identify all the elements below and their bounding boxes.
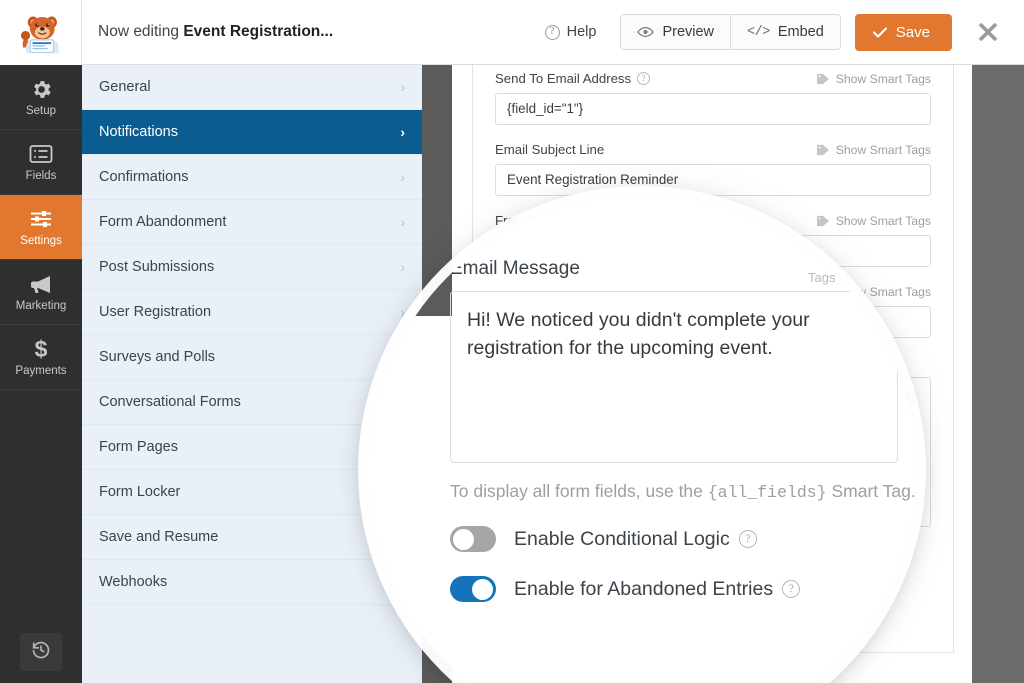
settings-item-label: General [99, 79, 151, 95]
settings-item-label: User Registration [99, 304, 212, 320]
lens-enable-abandoned-entries-toggle[interactable] [450, 576, 496, 602]
settings-item-label: Confirmations [99, 169, 189, 185]
preview-button[interactable]: Preview [621, 15, 731, 49]
magnifier-lens-inner: Tags Email Message Hi! We noticed you di… [368, 196, 916, 683]
chevron-right-icon: › [400, 124, 405, 140]
help-icon[interactable]: ? [782, 580, 801, 598]
preview-embed-group: Preview </> Embed [620, 14, 841, 50]
help-button[interactable]: ? Help [535, 18, 607, 46]
gear-icon [30, 77, 53, 101]
lens-background-bleed-bottom [368, 654, 438, 683]
rail-item-label: Settings [20, 235, 62, 247]
lens-email-message-hint: To display all form fields, use the {all… [450, 481, 916, 502]
subject-field-row: Email Subject Line Show Smart Tags [495, 142, 931, 157]
lens-enable-conditional-logic-toggle[interactable] [450, 526, 496, 552]
settings-item-label: Form Pages [99, 439, 178, 455]
magnified-email-message-section: Email Message Hi! We noticed you didn't … [450, 258, 916, 602]
save-button[interactable]: Save [854, 13, 952, 51]
topbar-actions: ? Help Preview </> Embed Save [535, 0, 1024, 65]
send-to-input[interactable]: {field_id="1"} [495, 93, 931, 125]
settings-item-notifications[interactable]: Notifications › [82, 110, 422, 155]
show-smart-tags-subject[interactable]: Show Smart Tags [816, 143, 931, 157]
sliders-icon [29, 207, 53, 231]
settings-item-general[interactable]: General › [82, 65, 422, 110]
page-title: Now editing Event Registration... [98, 23, 334, 40]
builder-topbar: Now editing Event Registration... ? Help… [0, 0, 1024, 65]
rail-item-settings[interactable]: Settings [0, 195, 82, 260]
settings-item-label: Webhooks [99, 574, 168, 590]
settings-item-label: Conversational Forms [99, 394, 241, 410]
form-builder-screen: Setup Fields Settings Marketing $ Paymen… [0, 0, 1024, 683]
send-to-label: Send To Email Address ? [495, 71, 651, 86]
wpforms-logo[interactable] [0, 0, 82, 65]
form-name: Event Registration... [183, 23, 334, 40]
code-brackets-icon: </> [747, 24, 770, 40]
tag-icon [816, 73, 830, 85]
svg-text:$: $ [35, 337, 48, 361]
bear-mascot-icon [20, 16, 59, 54]
rail-item-label: Setup [25, 105, 57, 117]
lens-abandoned-entries-label: Enable for Abandoned Entries ? [514, 578, 801, 601]
chevron-right-icon: › [400, 79, 405, 95]
embed-button[interactable]: </> Embed [730, 15, 840, 49]
subject-input[interactable]: Event Registration Reminder [495, 164, 931, 196]
lens-abandoned-entries-toggle-row: Enable for Abandoned Entries ? [450, 576, 916, 602]
subject-label: Email Subject Line [495, 142, 605, 157]
send-to-field-row: Send To Email Address ? Show Smart Tags [495, 71, 931, 86]
help-icon[interactable]: ? [637, 72, 651, 85]
rail-item-payments[interactable]: $ Payments [0, 325, 82, 390]
rail-item-label: Fields [25, 170, 57, 182]
settings-item-confirmations[interactable]: Confirmations › [82, 155, 422, 200]
megaphone-icon [29, 272, 54, 296]
magnifier-lens: Tags Email Message Hi! We noticed you di… [368, 196, 916, 683]
lens-background-bleed-left [368, 196, 452, 316]
lens-conditional-logic-label: Enable Conditional Logic ? [514, 528, 757, 551]
tag-icon [816, 144, 830, 156]
page-right-gutter [972, 65, 1024, 683]
list-icon [29, 142, 53, 166]
revisions-button[interactable] [20, 633, 62, 671]
settings-item-label: Form Abandonment [99, 214, 227, 230]
rail-item-fields[interactable]: Fields [0, 130, 82, 195]
settings-item-label: Save and Resume [99, 529, 219, 545]
close-icon [978, 22, 998, 42]
close-builder-button[interactable] [952, 0, 1024, 65]
settings-item-label: Form Locker [99, 484, 181, 500]
settings-item-label: Notifications [99, 124, 178, 140]
rail-item-label: Payments [15, 365, 67, 377]
check-icon [872, 26, 887, 38]
dollar-icon: $ [32, 337, 50, 361]
builder-icon-rail: Setup Fields Settings Marketing $ Paymen… [0, 65, 82, 683]
eye-icon [637, 26, 655, 38]
rail-item-setup[interactable]: Setup [0, 65, 82, 130]
lens-conditional-logic-toggle-row: Enable Conditional Logic ? [450, 526, 916, 552]
rail-item-marketing[interactable]: Marketing [0, 260, 82, 325]
help-icon[interactable]: ? [738, 530, 757, 548]
lens-email-message-textarea[interactable]: Hi! We noticed you didn't complete your … [450, 291, 898, 463]
rail-item-label: Marketing [15, 300, 67, 312]
question-mark-icon: ? [544, 24, 560, 40]
settings-item-label: Post Submissions [99, 259, 215, 275]
chevron-right-icon: › [400, 169, 405, 185]
history-icon [31, 640, 51, 665]
settings-item-label: Surveys and Polls [99, 349, 216, 365]
lens-email-message-label: Email Message [450, 258, 580, 279]
show-smart-tags-send-to[interactable]: Show Smart Tags [816, 72, 931, 86]
